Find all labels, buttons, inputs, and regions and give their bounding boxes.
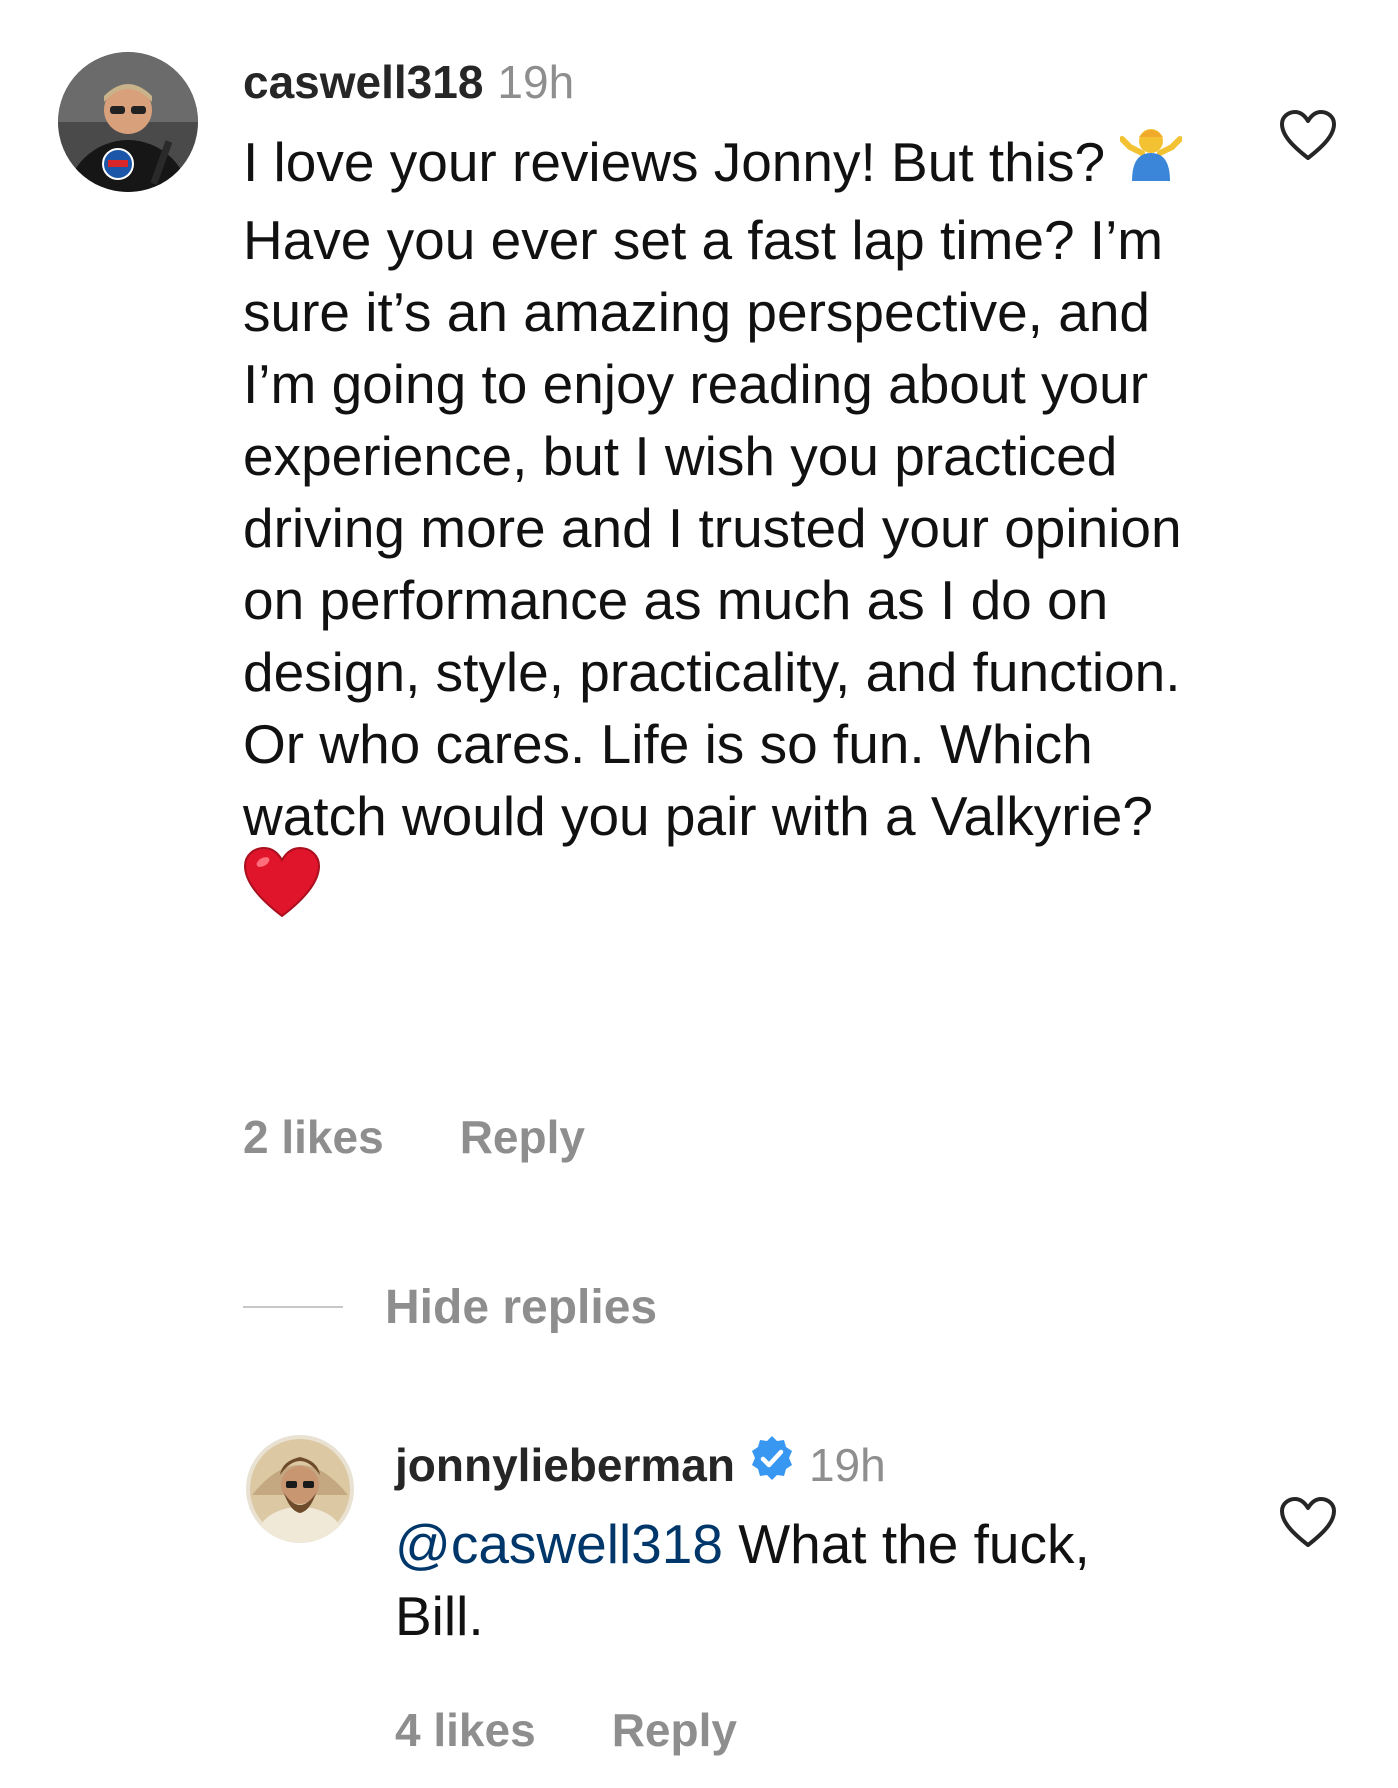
- reply-avatar-image: [246, 1435, 354, 1543]
- likes-count[interactable]: 2 likes: [243, 1111, 384, 1163]
- hide-replies-divider: [243, 1306, 343, 1308]
- reply-likes-count[interactable]: 4 likes: [395, 1704, 536, 1756]
- comment: caswell318 19h I love your reviews Jonny!…: [0, 0, 1398, 1230]
- reply-text: @caswell318 What the fuck, Bill.: [395, 1508, 1175, 1652]
- comment-username[interactable]: caswell318: [243, 56, 483, 108]
- red-heart-emoji: [243, 846, 321, 935]
- reply-mention-link[interactable]: @caswell318: [395, 1513, 723, 1575]
- avatar-image: [58, 52, 198, 192]
- avatar[interactable]: [58, 52, 198, 192]
- hide-replies-button[interactable]: Hide replies: [243, 1277, 657, 1337]
- reply-reply-button[interactable]: Reply: [612, 1704, 737, 1756]
- hide-replies-label: Hide replies: [385, 1280, 658, 1334]
- comment-time: 19h: [497, 56, 575, 108]
- like-button[interactable]: [1279, 109, 1337, 161]
- comment-header: caswell318 19h: [243, 52, 574, 112]
- comment-text: I love your reviews Jonny! But this? Hav…: [243, 126, 1203, 941]
- reply-time: 19h: [808, 1439, 886, 1491]
- reply-header: jonnylieberman 19h: [395, 1435, 886, 1499]
- heart-outline-icon: [1280, 110, 1336, 160]
- heart-outline-icon: [1280, 1497, 1336, 1547]
- reply-actions: 4 likes Reply: [395, 1700, 737, 1760]
- reply-username[interactable]: jonnylieberman: [395, 1439, 735, 1491]
- person-shrugging-emoji: [1119, 123, 1184, 198]
- reply-like-button[interactable]: [1279, 1496, 1337, 1548]
- reply-comment: jonnylieberman 19h @caswell318 What the f…: [0, 1400, 1398, 1788]
- reply-avatar[interactable]: [246, 1435, 354, 1543]
- reply-button[interactable]: Reply: [460, 1111, 585, 1163]
- verified-badge-icon: [749, 1435, 795, 1495]
- comment-text-part1: I love your reviews Jonny! But this?: [243, 131, 1106, 193]
- comment-actions: 2 likes Reply: [243, 1107, 585, 1167]
- comment-text-part2: Have you ever set a fast lap time? I’m s…: [243, 208, 1182, 847]
